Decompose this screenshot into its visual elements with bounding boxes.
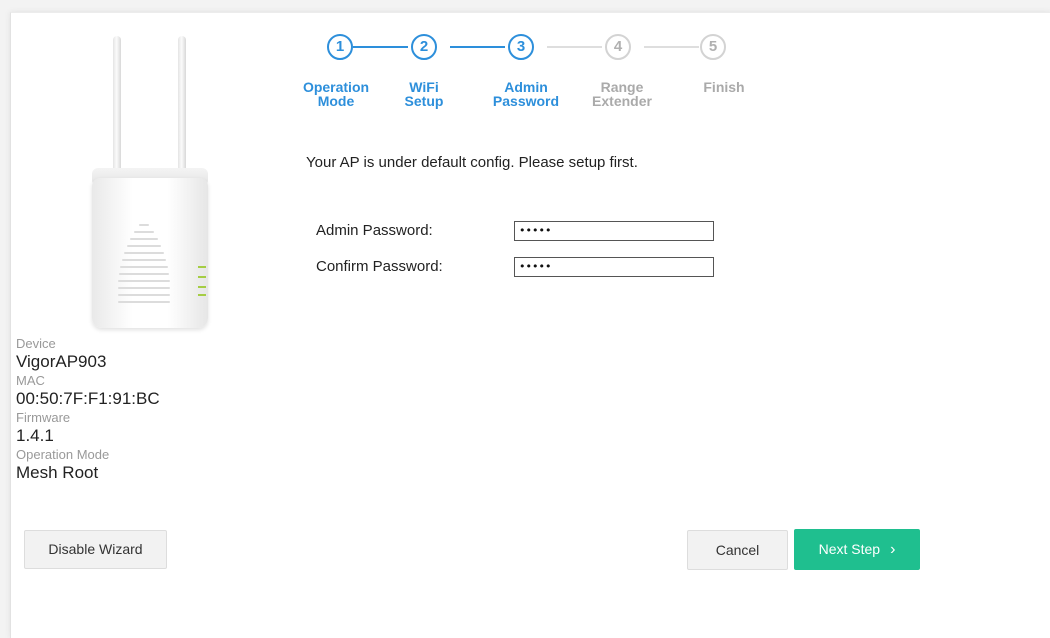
step-connector-1-2 — [353, 46, 408, 48]
mac-value: 00:50:7F:F1:91:BC — [16, 389, 160, 408]
step-5-circle: 5 — [700, 34, 726, 60]
access-point-image — [80, 36, 210, 332]
step-2-circle: 2 — [411, 34, 437, 60]
disable-wizard-button[interactable]: Disable Wizard — [24, 530, 167, 569]
status-led-3 — [198, 286, 206, 288]
step-1-label: Operation Mode — [302, 79, 370, 109]
admin-password-input[interactable]: ••••• — [514, 221, 714, 241]
next-step-button[interactable]: Next Step › — [794, 529, 920, 570]
firmware-label: Firmware — [16, 410, 71, 425]
device-vent — [118, 224, 170, 310]
step-3-label: Admin Password — [492, 79, 560, 109]
step-1-circle: 1 — [327, 34, 353, 60]
step-4-label: Range Extender — [592, 79, 652, 109]
firmware-value: 1.4.1 — [16, 426, 54, 445]
next-step-label: Next Step — [818, 541, 881, 557]
mac-label: MAC — [16, 373, 45, 388]
admin-password-label: Admin Password: — [316, 222, 433, 239]
confirm-password-input[interactable]: ••••• — [514, 257, 714, 277]
setup-intro-text: Your AP is under default config. Please … — [306, 154, 638, 171]
chevron-right-icon: › — [890, 541, 896, 558]
step-4-circle: 4 — [605, 34, 631, 60]
confirm-password-label: Confirm Password: — [316, 258, 443, 275]
operation-mode-value: Mesh Root — [16, 463, 99, 482]
status-led-1 — [198, 266, 206, 268]
step-connector-4-5 — [644, 46, 699, 48]
status-led-2 — [198, 276, 206, 278]
step-5-label: Finish — [703, 79, 745, 95]
antenna-left — [113, 36, 121, 176]
step-3-circle: 3 — [508, 34, 534, 60]
step-connector-3-4 — [547, 46, 602, 48]
operation-mode-label: Operation Mode — [16, 447, 110, 462]
device-value: VigorAP903 — [16, 352, 107, 371]
antenna-right — [178, 36, 186, 176]
cancel-button[interactable]: Cancel — [687, 530, 788, 570]
step-connector-2-3 — [450, 46, 505, 48]
device-label: Device — [16, 336, 56, 351]
step-2-label: WiFi Setup — [404, 79, 444, 109]
device-info: Device VigorAP903 MAC 00:50:7F:F1:91:BC … — [16, 336, 276, 484]
status-led-4 — [198, 294, 206, 296]
